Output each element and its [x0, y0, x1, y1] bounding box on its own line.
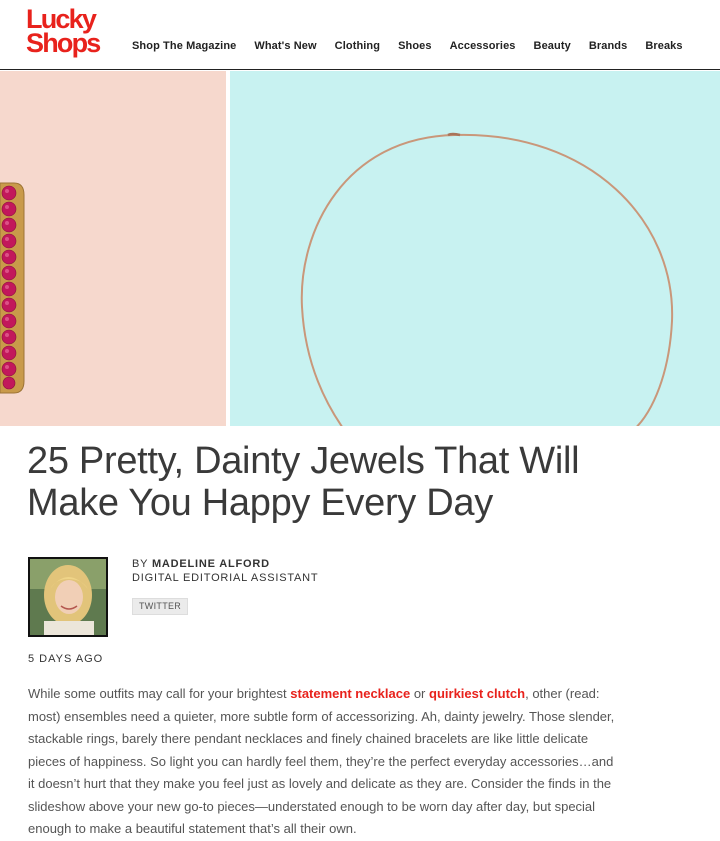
ruby-bar-earring-image	[0, 182, 25, 394]
author-avatar[interactable]	[28, 557, 108, 637]
author-role: Digital Editorial Assistant	[132, 572, 319, 584]
hero-slideshow[interactable]	[0, 71, 720, 426]
nav-brands[interactable]: Brands	[589, 40, 628, 52]
nav-shoes[interactable]: Shoes	[398, 40, 432, 52]
publish-date: 5 days ago	[28, 653, 104, 665]
nav-beauty[interactable]: Beauty	[534, 40, 571, 52]
article-title-line-2: Make You Happy Every Day	[27, 482, 493, 524]
nav-shop-the-magazine[interactable]: Shop The Magazine	[132, 40, 236, 52]
twitter-button[interactable]: TWITTER	[132, 598, 189, 615]
author-name[interactable]: MADELINE ALFORD	[152, 558, 270, 570]
author-photo	[30, 559, 106, 635]
hero-images	[0, 132, 674, 426]
article-title: 25 Pretty, Dainty Jewels That Will Make …	[27, 440, 627, 524]
nav-whats-new[interactable]: What's New	[254, 40, 316, 52]
body-text-2: or	[410, 686, 430, 701]
author-by-prefix: BY	[132, 558, 149, 570]
quirkiest-clutch-link[interactable]: quirkiest clutch	[429, 686, 525, 701]
nav-clothing[interactable]: Clothing	[335, 40, 380, 52]
site-header: Lucky Shops Shop The Magazine What's New…	[0, 0, 720, 70]
article-title-line-1: 25 Pretty, Dainty Jewels That Will	[27, 440, 580, 482]
nav-breaks[interactable]: Breaks	[645, 40, 682, 52]
logo-line-2: Shops	[26, 28, 101, 58]
lucky-shops-logo[interactable]: Lucky Shops	[26, 6, 116, 63]
body-text-3: , other (read: most) ensembles need a qu…	[28, 686, 615, 836]
gold-hoop-earring-image	[300, 132, 674, 426]
statement-necklace-link[interactable]: statement necklace	[290, 686, 410, 701]
body-text-1: While some outfits may call for your bri…	[28, 686, 291, 701]
author-byline: BY MADELINE ALFORD	[132, 558, 270, 570]
nav-accessories[interactable]: Accessories	[450, 40, 516, 52]
article-body: While some outfits may call for your bri…	[28, 683, 618, 841]
main-nav: Shop The Magazine What's New Clothing Sh…	[132, 40, 683, 52]
